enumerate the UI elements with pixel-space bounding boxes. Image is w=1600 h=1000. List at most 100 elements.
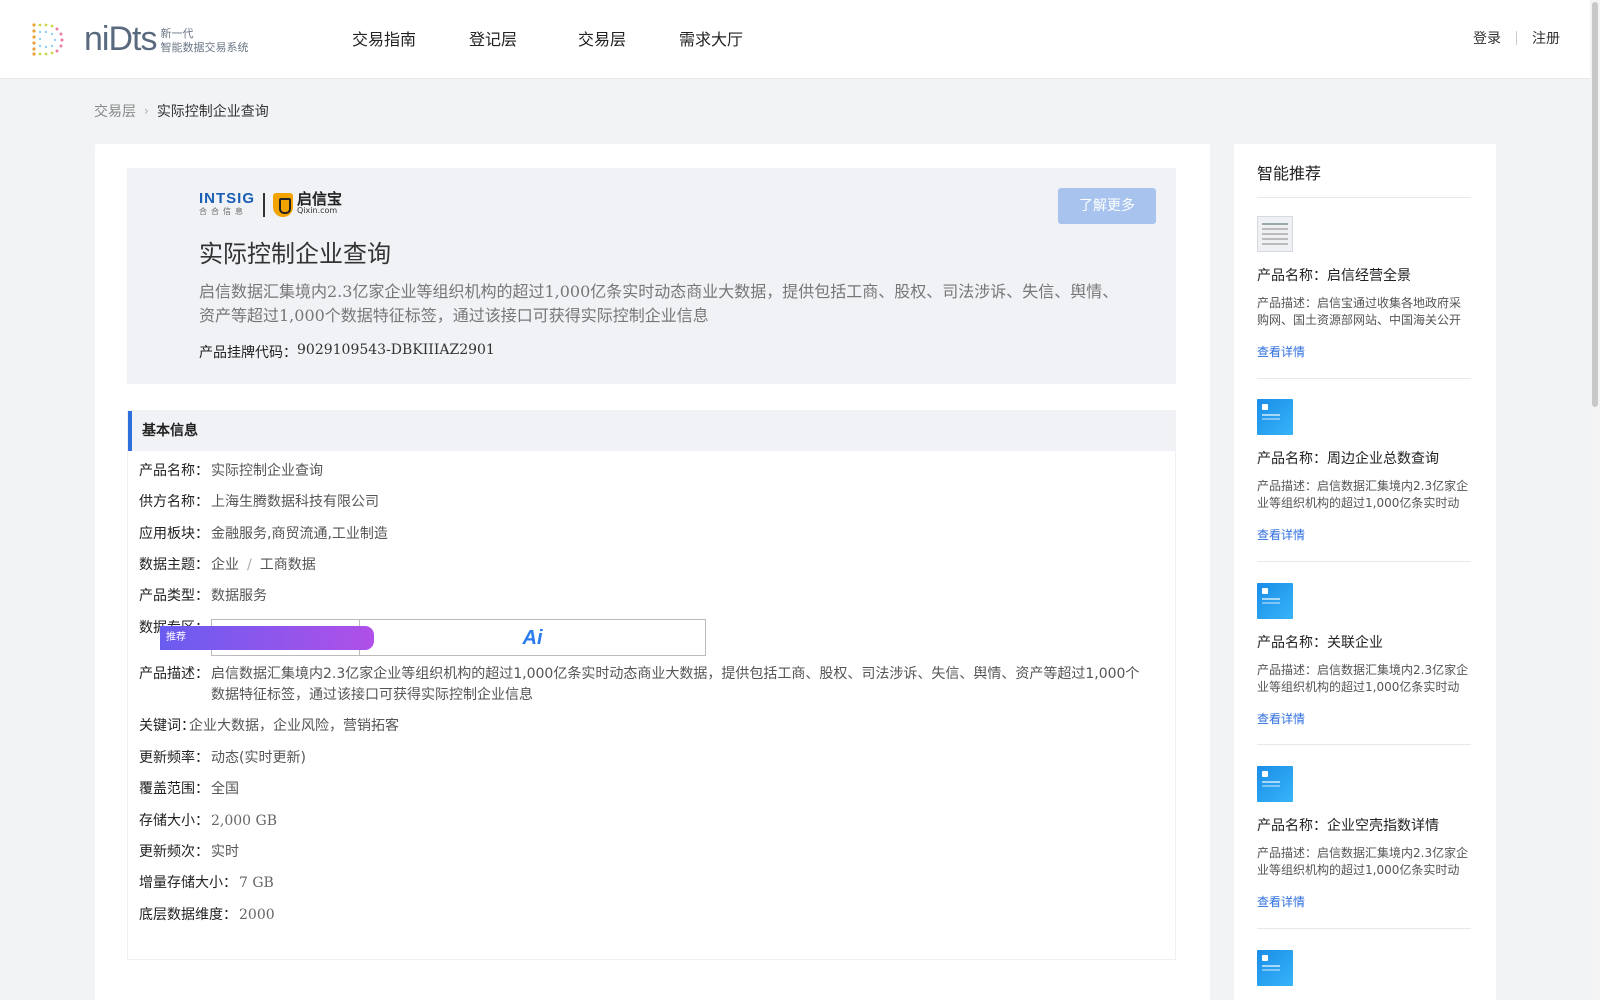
info-label: 应用板块： <box>139 526 209 542</box>
topic-enterprise-link[interactable]: 企业 <box>211 555 239 575</box>
recommend-item-desc: 产品描述：启信数据汇集境内2.3亿家企业等组织机构的超过1,000亿条实时动态… <box>1257 479 1469 510</box>
info-label: 数据主题： <box>139 557 209 573</box>
recommend-item-name[interactable]: 产品名称：启信经营全景 <box>1257 265 1471 285</box>
auth-links: 登录 注册 <box>1473 28 1560 48</box>
logo-divider <box>263 193 266 217</box>
view-details-link[interactable]: 查看详情 <box>1257 526 1471 543</box>
basic-info-heading: 基本信息 <box>128 411 1175 451</box>
logo-subtitle-line1: 新一代 <box>160 27 194 40</box>
product-thumbnail[interactable] <box>1257 950 1293 986</box>
view-details-link[interactable]: 查看详情 <box>1257 893 1471 910</box>
product-thumbnail[interactable] <box>1257 216 1293 252</box>
recommend-item[interactable]: 产品名称：关联企业 产品描述：启信数据汇集境内2.3亿家企业等组织机构的超过1,… <box>1257 583 1471 727</box>
intsig-subtitle: 合合信息 <box>199 206 247 216</box>
info-value: 实时 <box>211 844 239 860</box>
intsig-wordmark: INTSIG <box>199 189 256 207</box>
recommend-item-desc: 产品描述：启信数据汇集境内2.3亿家企业等组织机构的超过1,000亿条实时动态… <box>1257 846 1469 877</box>
login-link[interactable]: 登录 <box>1473 28 1501 48</box>
info-label: 更新频率： <box>139 750 209 766</box>
auth-divider <box>1516 31 1517 45</box>
info-label: 更新频次： <box>139 844 209 860</box>
product-hero: INTSIG 合合信息 启信宝 Qixin.com 了解更多 实际控制企业查询 … <box>127 168 1176 384</box>
breadcrumb-trading-layer[interactable]: 交易层 <box>94 101 136 121</box>
learn-more-button[interactable]: 了解更多 <box>1058 188 1156 224</box>
info-row-keywords: 关键词： 企业大数据，企业风险，营销拓客 <box>139 716 399 736</box>
info-label: 产品描述： <box>139 666 209 682</box>
product-thumbnail[interactable] <box>1257 583 1293 619</box>
nav-trade-guide[interactable]: 交易指南 <box>352 24 416 56</box>
main-nav: 交易指南 登记层 交易层 需求大厅 <box>340 24 743 56</box>
ai-logo-icon: Ai <box>522 626 543 649</box>
info-label: 增量存储大小： <box>139 875 237 891</box>
site-logo[interactable]: niDts 新一代 智能数据交易系统 <box>28 19 248 59</box>
recommend-item[interactable]: 产品名称：启信经营全景 产品描述：启信宝通过收集各地政府采购网、国土资源部网站、… <box>1257 216 1471 360</box>
qixin-logo: 启信宝 Qixin.com <box>297 190 343 217</box>
top-header: niDts 新一代 智能数据交易系统 交易指南 登记层 交易层 需求大厅 登录 … <box>0 0 1600 79</box>
info-label: 产品类型： <box>139 588 209 604</box>
register-link[interactable]: 注册 <box>1532 28 1560 48</box>
product-summary: 启信数据汇集境内2.3亿家企业等组织机构的超过1,000亿条实时动态商业大数据，… <box>199 282 1119 325</box>
smart-recommend-title: 智能推荐 <box>1257 164 1322 183</box>
topic-business-data-link[interactable]: 工商数据 <box>260 555 316 575</box>
recommend-item-name[interactable]: 产品名称：关联企业 <box>1257 632 1471 652</box>
info-value: 全国 <box>211 781 239 797</box>
info-row-product-name: 产品名称： 实际控制企业查询 <box>139 461 323 481</box>
info-value: 7 GB <box>239 875 274 891</box>
info-value: 数据服务 <box>211 588 267 604</box>
info-label: 覆盖范围： <box>139 781 209 797</box>
listing-code-value: 9029109543-DBKIIIAZ2901 <box>297 342 495 358</box>
logo-mark-icon <box>32 23 64 56</box>
data-zone-table: 公共数据专区 Ai 推荐 <box>160 619 706 656</box>
nav-registration-layer[interactable]: 登记层 <box>469 24 517 56</box>
info-row-incremental-storage: 增量存储大小： 7 GB <box>139 873 274 893</box>
recommend-item[interactable]: 产品名称：周边企业总数查询 产品描述：启信数据汇集境内2.3亿家企业等组织机构的… <box>1257 399 1471 543</box>
info-row-data-dimensions: 底层数据维度： 2000 <box>139 905 275 925</box>
item-divider <box>1257 378 1471 379</box>
recommend-tag: 推荐 <box>160 625 374 650</box>
recommend-item[interactable]: 产品名称：企业空壳指数详情 产品描述：启信数据汇集境内2.3亿家企业等组织机构的… <box>1257 766 1471 910</box>
info-row-sector: 应用板块： 金融服务,商贸流通,工业制造 <box>139 524 388 544</box>
info-row-supplier: 供方名称： 上海生腾数据科技有限公司 <box>139 492 379 512</box>
recommend-item-name[interactable]: 产品名称：企业空壳指数详情 <box>1257 815 1471 835</box>
listing-code: 产品挂牌代码： 9029109543-DBKIIIAZ2901 <box>199 342 495 362</box>
info-value: 上海生腾数据科技有限公司 <box>211 494 379 510</box>
recommend-item-desc: 产品描述：启信宝通过收集各地政府采购网、国土资源部网站、中国海关公开数据… <box>1257 296 1462 327</box>
logo-subtitle: 新一代 智能数据交易系统 <box>160 23 248 55</box>
info-row-topic: 数据主题： 企业 / 工商数据 <box>139 555 316 575</box>
info-row-storage-size: 存储大小： 2,000 GB <box>139 811 277 831</box>
nav-trading-layer[interactable]: 交易层 <box>578 24 626 56</box>
ai-recommend-cell[interactable]: Ai 推荐 <box>160 620 705 655</box>
recommend-item-desc: 产品描述：启信数据汇集境内2.3亿家企业等组织机构的超过1,000亿条实时动态… <box>1257 663 1469 694</box>
scrollbar-thumb[interactable] <box>1592 2 1598 407</box>
info-value: 企业大数据，企业风险，营销拓客 <box>189 718 399 734</box>
breadcrumb-current: 实际控制企业查询 <box>156 104 269 120</box>
page-scrollbar[interactable] <box>1590 0 1600 1000</box>
info-row-description: 产品描述： 启信数据汇集境内2.3亿家企业等组织机构的超过1,000亿条实时动态… <box>139 664 1146 706</box>
nav-demand-hall[interactable]: 需求大厅 <box>679 24 743 56</box>
item-divider <box>1257 561 1471 562</box>
qixin-wordmark: 启信宝 <box>297 190 343 208</box>
listing-code-label: 产品挂牌代码： <box>199 345 297 361</box>
ai-recommend-badge: Ai 推荐 <box>160 625 543 650</box>
breadcrumb: 交易层 › 实际控制企业查询 <box>94 101 269 121</box>
info-row-update-times: 更新频次： 实时 <box>139 842 239 862</box>
info-label: 关键词： <box>139 718 195 734</box>
info-value: 动态(实时更新) <box>211 750 306 766</box>
recommend-item-name[interactable]: 产品名称：周边企业总数查询 <box>1257 448 1471 468</box>
product-thumbnail[interactable] <box>1257 766 1293 802</box>
qixin-domain: Qixin.com <box>297 206 338 215</box>
info-label: 底层数据维度： <box>139 907 237 923</box>
info-value: 2000 <box>239 907 275 923</box>
smart-recommend-panel: 智能推荐 产品名称：启信经营全景 产品描述：启信宝通过收集各地政府采购网、国土资… <box>1234 144 1496 1000</box>
info-value: 金融服务,商贸流通,工业制造 <box>211 526 388 542</box>
view-details-link[interactable]: 查看详情 <box>1257 343 1471 360</box>
product-title: 实际控制企业查询 <box>199 240 391 268</box>
product-thumbnail[interactable] <box>1257 399 1293 435</box>
info-row-update-frequency: 更新频率： 动态(实时更新) <box>139 748 306 768</box>
info-value: 2,000 GB <box>211 813 278 829</box>
info-row-coverage: 覆盖范围： 全国 <box>139 779 239 799</box>
logo-wordmark: niDts <box>84 20 157 58</box>
view-details-link[interactable]: 查看详情 <box>1257 710 1471 727</box>
topic-separator: / <box>247 557 252 573</box>
recommend-item-partial[interactable] <box>1257 950 1471 986</box>
